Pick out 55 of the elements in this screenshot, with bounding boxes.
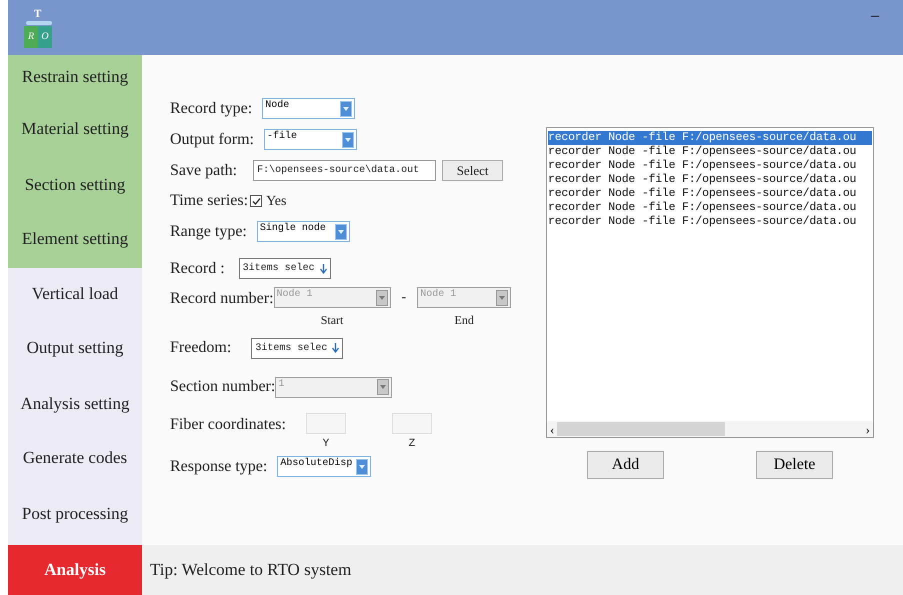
field-caption: End <box>454 312 474 329</box>
command-list-item[interactable]: recorder Node -file F:/opensees-source/data.ou <box>548 173 872 187</box>
command-list-item[interactable]: recorder Node -file F:/opensees-source/data.ou <box>548 131 872 145</box>
sidebar-item[interactable]: Analysis <box>8 545 142 595</box>
field-label: Record : <box>170 258 225 278</box>
command-list-item[interactable]: recorder Node -file F:/opensees-source/data.ou <box>548 215 872 229</box>
checkbox[interactable] <box>250 195 262 207</box>
multi-select-dropdown[interactable]: 3items selec <box>251 338 344 358</box>
field-label: Fiber coordinates: <box>170 415 286 435</box>
sidebar-item[interactable]: Output setting <box>8 320 142 375</box>
scroll-left-button[interactable]: ‹ <box>550 422 554 436</box>
dropdown[interactable]: -file <box>264 129 357 150</box>
sidebar-item[interactable]: Analysis setting <box>8 375 142 433</box>
field-caption: Y <box>322 437 330 452</box>
field-label: Freedom: <box>170 338 232 358</box>
field-label: Section number: <box>170 377 276 397</box>
sidebar-item[interactable]: Section setting <box>8 160 142 210</box>
down-arrow-icon <box>320 264 327 274</box>
sidebar-item[interactable]: Generate codes <box>8 433 142 483</box>
field-caption: Z <box>408 437 416 452</box>
coordinate-field[interactable] <box>392 413 432 434</box>
command-list-item[interactable]: recorder Node -file F:/opensees-source/data.ou <box>548 159 872 173</box>
sidebar-item[interactable]: Restrain setting <box>8 55 142 98</box>
command-list-item[interactable]: recorder Node -file F:/opensees-source/data.ou <box>548 201 872 215</box>
horizontal-scrollbar[interactable]: ‹ › <box>547 421 873 437</box>
status-tip: Tip: Welcome to RTO system <box>150 559 352 582</box>
field-label: Response type: <box>170 456 268 476</box>
sidebar-item[interactable]: Vertical load <box>8 268 142 320</box>
field-label: Record type: <box>170 98 252 118</box>
field-label: Save path: <box>170 160 238 180</box>
field-label: Time series: <box>170 191 248 211</box>
sidebar-item[interactable]: Material setting <box>8 98 142 160</box>
command-list-item[interactable]: recorder Node -file F:/opensees-source/data.ou <box>548 187 872 201</box>
delete-button[interactable]: Delete <box>756 451 833 479</box>
path-field[interactable]: F:\opensees-source\data.out <box>253 160 436 181</box>
field-label: Output form: <box>170 130 254 150</box>
add-button[interactable]: Add <box>587 451 664 479</box>
sidebar-item[interactable]: Post processing <box>8 483 142 545</box>
checkbox-label: Yes <box>266 192 286 210</box>
coordinate-field[interactable] <box>306 413 346 434</box>
dropdown[interactable]: AbsoluteDisp <box>277 456 372 477</box>
command-list[interactable] <box>546 127 874 438</box>
multi-select-dropdown[interactable]: 3items selec <box>238 258 331 279</box>
dropdown[interactable]: Single node <box>256 221 350 242</box>
minimize-button[interactable]: – <box>871 4 879 28</box>
scroll-right-button[interactable]: › <box>866 422 870 436</box>
select-button[interactable]: Select <box>442 160 504 181</box>
sidebar-item[interactable]: Element setting <box>8 210 142 268</box>
down-arrow-icon <box>332 343 340 353</box>
field-label: Record number: <box>170 289 274 309</box>
field-label: Range type: <box>170 222 247 242</box>
range-separator: - <box>402 289 406 307</box>
dropdown[interactable]: Node <box>262 98 356 119</box>
field-caption: Start <box>320 312 344 329</box>
command-list-item[interactable]: recorder Node -file F:/opensees-source/data.ou <box>548 145 872 159</box>
